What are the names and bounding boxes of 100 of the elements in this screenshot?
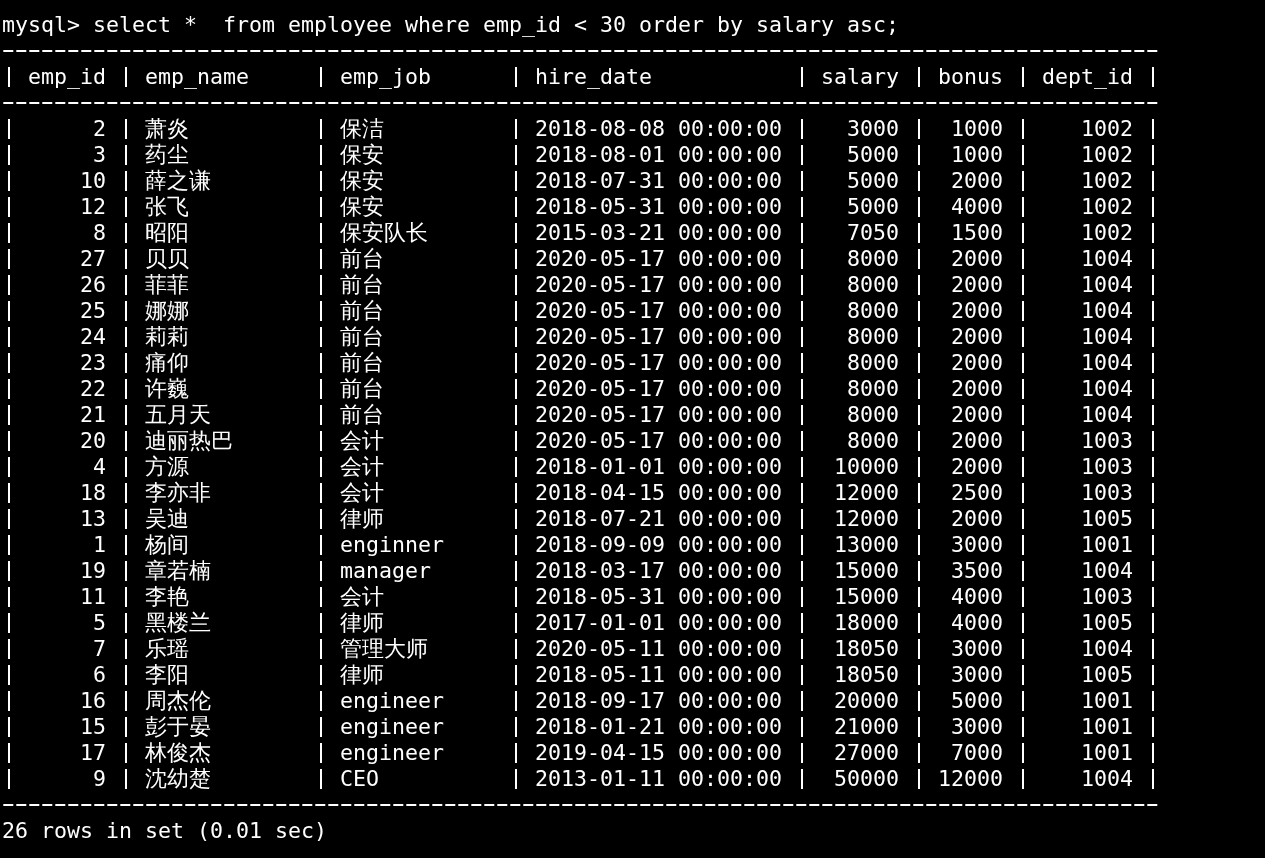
table-cell-text: 1003 [1080, 454, 1134, 480]
table-cell-text: 前台 [339, 402, 385, 428]
table-cell-text: 李艳 [144, 584, 190, 610]
table-cell-text: 2018-05-31 00:00:00 [534, 194, 783, 220]
table-cell-text: 2000 [950, 402, 1004, 428]
table-cell-text: 2020-05-17 00:00:00 [534, 246, 783, 272]
table-cell-text: 彭于晏 [144, 714, 212, 740]
table-cell-text: 律师 [339, 506, 385, 532]
table-cell-text: 1004 [1080, 402, 1134, 428]
table-cell-text: 3000 [950, 714, 1004, 740]
table-cell-text: 8000 [846, 298, 900, 324]
table-cell-text: 2000 [950, 324, 1004, 350]
table-cell-text: 2000 [950, 272, 1004, 298]
table-cell-text: 8 [92, 220, 107, 246]
table-cell-text: 2013-01-11 00:00:00 [534, 766, 783, 792]
table-cell-text: 1003 [1080, 428, 1134, 454]
table-cell-text: 8000 [846, 428, 900, 454]
table-cell-text: 8000 [846, 272, 900, 298]
table-cell-text: 前台 [339, 376, 385, 402]
column-header: salary [820, 64, 900, 90]
table-cell-text: 3000 [846, 116, 900, 142]
table-cell-text: 2017-01-01 00:00:00 [534, 610, 783, 636]
table-cell-text: 6 [92, 662, 107, 688]
table-cell-text: 周杰伦 [144, 688, 212, 714]
table-cell-text: 15000 [833, 584, 900, 610]
table-cell-text: 黑楼兰 [144, 610, 212, 636]
table-cell-text: 1002 [1080, 220, 1134, 246]
table-cell-text: 许巍 [144, 376, 190, 402]
table-cell-text: 律师 [339, 662, 385, 688]
table-cell-text: 2018-01-21 00:00:00 [534, 714, 783, 740]
table-cell-text: 2018-01-01 00:00:00 [534, 454, 783, 480]
table-cell-text: 药尘 [144, 142, 190, 168]
column-header: emp_id [27, 64, 107, 90]
table-cell-text: 2000 [950, 168, 1004, 194]
table-cell-text: 2000 [950, 428, 1004, 454]
table-cell-text: 23 [79, 350, 107, 376]
table-cell-text: 2018-07-31 00:00:00 [534, 168, 783, 194]
table-cell-text: 1005 [1080, 610, 1134, 636]
table-cell-text: 乐瑶 [144, 636, 190, 662]
table-cell-text: 娜娜 [144, 298, 190, 324]
table-cell-text: 8000 [846, 350, 900, 376]
table-cell-text: 2000 [950, 246, 1004, 272]
table-cell-text: 2018-05-31 00:00:00 [534, 584, 783, 610]
table-cell-text: 2000 [950, 298, 1004, 324]
table-cell-text: 7050 [846, 220, 900, 246]
table-cell-text: 3000 [950, 532, 1004, 558]
table-cell-text: 2019-04-15 00:00:00 [534, 740, 783, 766]
table-cell-text: 2020-05-17 00:00:00 [534, 350, 783, 376]
command-line: mysql> select * from employee where emp_id < 30 order by salary asc; [2, 12, 900, 38]
table-cell-text: 2015-03-21 00:00:00 [534, 220, 783, 246]
table-cell-text: 8000 [846, 324, 900, 350]
table-cell-text: 前台 [339, 324, 385, 350]
table-cell-text: 8000 [846, 402, 900, 428]
table-cell-text: 会计 [339, 480, 385, 506]
column-header: emp_name [144, 64, 250, 90]
table-cell-text: 12 [79, 194, 107, 220]
table-cell-text: 1000 [950, 142, 1004, 168]
table-cell-text: 13 [79, 506, 107, 532]
table-cell-text: 17 [79, 740, 107, 766]
table-cell-text: 8000 [846, 246, 900, 272]
table-cell-text: 4 [92, 454, 107, 480]
table-cell-text: 1002 [1080, 116, 1134, 142]
table-cell-text: 会计 [339, 584, 385, 610]
table-cell-text: 2020-05-17 00:00:00 [534, 402, 783, 428]
table-cell-text: enginner [339, 532, 445, 558]
table-cell-text: 杨间 [144, 532, 190, 558]
table-cell-text: 27000 [833, 740, 900, 766]
table-cell-text: 9 [92, 766, 107, 792]
table-cell-text: 会计 [339, 454, 385, 480]
table-cell-text: 1004 [1080, 636, 1134, 662]
result-summary: 26 rows in set (0.01 sec) [2, 818, 327, 844]
table-cell-text: 1001 [1080, 714, 1134, 740]
table-cell-text: 2020-05-17 00:00:00 [534, 376, 783, 402]
table-cell-text: 18 [79, 480, 107, 506]
table-cell-text: 7 [92, 636, 107, 662]
table-cell-text: 保洁 [339, 116, 385, 142]
table-cell-text: 3500 [950, 558, 1004, 584]
table-cell-text: 律师 [339, 610, 385, 636]
column-header: hire_date [534, 64, 653, 90]
table-cell-text: 1003 [1080, 480, 1134, 506]
table-cell-text: 2018-05-11 00:00:00 [534, 662, 783, 688]
table-cell-text: 22 [79, 376, 107, 402]
column-header: emp_job [339, 64, 432, 90]
table-cell-text: 4000 [950, 584, 1004, 610]
table-cell-text: 1001 [1080, 740, 1134, 766]
table-cell-text: 20000 [833, 688, 900, 714]
table-cell-text: 1005 [1080, 662, 1134, 688]
table-cell-text: 五月天 [144, 402, 212, 428]
table-cell-text: 4000 [950, 194, 1004, 220]
table-cell-text: 沈幼楚 [144, 766, 212, 792]
table-cell-text: 18000 [833, 610, 900, 636]
table-cell-text: 19 [79, 558, 107, 584]
table-cell-text: 12000 [937, 766, 1004, 792]
table-cell-text: 前台 [339, 246, 385, 272]
table-cell-text: 12000 [833, 506, 900, 532]
table-cell-text: 贝贝 [144, 246, 190, 272]
table-cell-text: 8000 [846, 376, 900, 402]
table-cell-text: 章若楠 [144, 558, 212, 584]
table-cell-text: 吴迪 [144, 506, 190, 532]
table-cell-text: 24 [79, 324, 107, 350]
